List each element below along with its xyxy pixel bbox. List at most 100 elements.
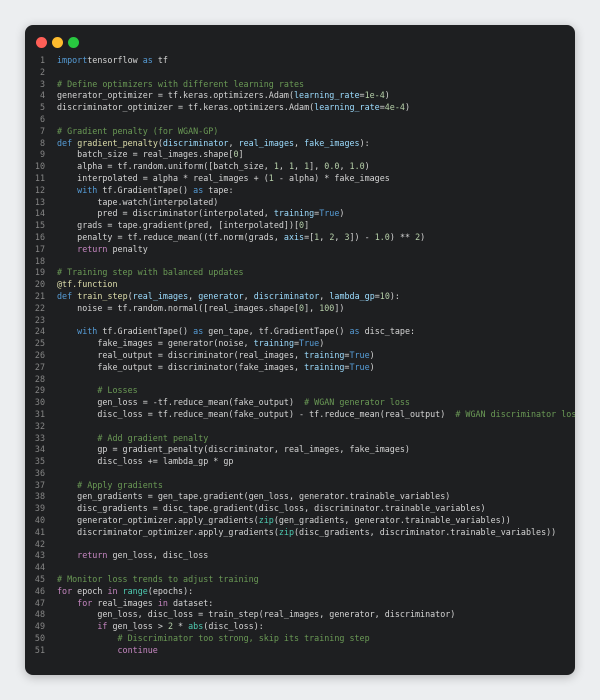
code-line: 4 generator_optimizer = tf.keras.optimize…	[25, 90, 575, 102]
line-number: 32	[34, 420, 45, 431]
code-token: gp = gradient_penalty(discriminator, rea…	[57, 444, 410, 455]
code-text: def gradient_penalty(discriminator, real…	[57, 138, 370, 150]
code-token: # Apply gradients	[77, 479, 163, 490]
line-number: 41	[34, 526, 45, 537]
code-line: 6	[25, 114, 575, 126]
line-number: 6	[39, 113, 45, 124]
code-line: 24 with tf.GradientTape() as gen_tape, t…	[25, 326, 575, 338]
code-editor[interactable]: 1 importtensorflow as tf 2 3 # Define optimi…	[25, 55, 575, 657]
line-number: 3	[39, 78, 45, 89]
code-token: zip	[278, 526, 294, 537]
code-token: real_images	[238, 137, 295, 148]
line-number: 31	[34, 408, 45, 419]
code-token: disc_loss += lambda_gp * gp	[57, 456, 234, 467]
code-line: 19 # Training step with balanced updates	[25, 267, 575, 279]
code-token: gen_tape, tf.GradientTape()	[203, 326, 350, 337]
code-text: def train_step(real_images, generator, d…	[57, 291, 400, 303]
code-line: 18	[25, 256, 575, 268]
code-token: True	[349, 361, 370, 372]
code-text: gen_loss = -tf.reduce_mean(fake_output) …	[57, 397, 410, 409]
code-token: *	[173, 621, 189, 632]
minimize-icon[interactable]	[52, 37, 63, 48]
maximize-icon[interactable]	[68, 37, 79, 48]
code-text: noise = tf.random.normal([real_images.sh…	[57, 303, 344, 315]
code-text: # Gradient penalty (for WGAN-GP)	[57, 126, 218, 138]
code-text: discriminator_optimizer = tf.keras.optim…	[57, 102, 410, 114]
code-text: continue	[57, 645, 158, 657]
line-number: 11	[34, 172, 45, 183]
code-line: 38 gen_gradients = gen_tape.gradient(gen…	[25, 491, 575, 503]
code-line: 41 discriminator_optimizer.apply_gradien…	[25, 527, 575, 539]
code-text: # Apply gradients	[57, 480, 163, 492]
code-token: 10	[379, 290, 390, 301]
code-token: ,	[319, 231, 330, 242]
line-number: 33	[34, 432, 45, 443]
code-line: 30 gen_loss = -tf.reduce_mean(fake_outpu…	[25, 397, 575, 409]
code-token: )	[404, 102, 410, 113]
line-number: 27	[34, 361, 45, 372]
code-text: generator_optimizer = tf.keras.optimizer…	[57, 90, 390, 102]
code-token: gen_loss, disc_loss	[107, 550, 209, 561]
code-token: grads = tape.gradient(pred, [interpolate…	[57, 220, 300, 231]
line-number: 44	[34, 562, 45, 573]
code-token: training	[304, 349, 345, 360]
code-token: fake_output = discriminator(fake_images,	[57, 361, 305, 372]
line-number: 37	[34, 479, 45, 490]
code-token: 1.0	[374, 231, 390, 242]
code-token: epoch	[72, 585, 108, 596]
line-number: 8	[39, 137, 45, 148]
code-token: 1.0	[349, 161, 365, 172]
line-number: 35	[34, 456, 45, 467]
close-icon[interactable]	[36, 37, 47, 48]
code-line: 39 disc_gradients = disc_tape.gradient(d…	[25, 503, 575, 515]
code-line: 40 generator_optimizer.apply_gradients(z…	[25, 515, 575, 527]
code-token: ,	[319, 290, 330, 301]
line-number: 28	[34, 373, 45, 384]
code-token: disc_gradients = disc_tape.gradient(disc…	[57, 503, 486, 514]
code-token: )	[339, 208, 345, 219]
code-text: gen_gradients = gen_tape.gradient(gen_lo…	[57, 491, 450, 503]
code-token: training	[273, 208, 315, 219]
code-text: for real_images in dataset:	[57, 598, 213, 610]
code-token: (disc_gradients, discriminator.trainable…	[294, 526, 557, 537]
code-token: # Monitor loss trends to adjust training	[57, 574, 259, 585]
code-line: 8 def gradient_penalty(discriminator, rea…	[25, 138, 575, 150]
code-text: fake_output = discriminator(fake_images,…	[57, 361, 374, 374]
code-text: importtensorflow as tf	[57, 55, 168, 67]
code-token: abs	[188, 621, 204, 632]
code-token: ):	[359, 137, 370, 148]
code-token: 1e-4	[364, 90, 385, 101]
code-token: )	[319, 338, 325, 349]
code-token: lambda_gp	[329, 290, 375, 301]
line-number: 16	[34, 231, 45, 242]
code-line: 25 fake_images = generator(noise, traini…	[25, 338, 575, 350]
code-token: generator_optimizer.apply_gradients(	[57, 515, 259, 526]
line-number: 39	[34, 503, 45, 514]
code-token: ],	[309, 161, 325, 172]
code-token: )	[420, 231, 426, 242]
code-token: in	[107, 585, 118, 596]
code-token: (gen_gradients, generator.trainable_vari…	[273, 515, 511, 526]
code-token: def	[57, 137, 73, 148]
code-line: 21 def train_step(real_images, generator,…	[25, 291, 575, 303]
code-token: ):	[389, 290, 400, 301]
code-line: 51 continue	[25, 645, 575, 657]
code-token: ]	[304, 220, 310, 231]
code-token: as	[142, 55, 153, 65]
code-token: dataset:	[167, 597, 214, 608]
code-token: noise = tf.random.normal([real_images.sh…	[57, 302, 300, 313]
code-token: zip	[258, 515, 274, 526]
code-text: fake_images = generator(noise, training=…	[57, 338, 324, 350]
code-token: tape.watch(interpolated)	[57, 196, 219, 207]
code-token: generator	[198, 290, 244, 301]
code-token: return	[77, 550, 108, 561]
code-token: fake_images = generator(noise,	[57, 338, 254, 349]
code-line: 32	[25, 421, 575, 433]
line-number: 29	[34, 385, 45, 396]
code-line: 7 # Gradient penalty (for WGAN-GP)	[25, 126, 575, 138]
code-line: 42	[25, 539, 575, 551]
code-text: real_output = discriminator(real_images,…	[57, 349, 374, 362]
